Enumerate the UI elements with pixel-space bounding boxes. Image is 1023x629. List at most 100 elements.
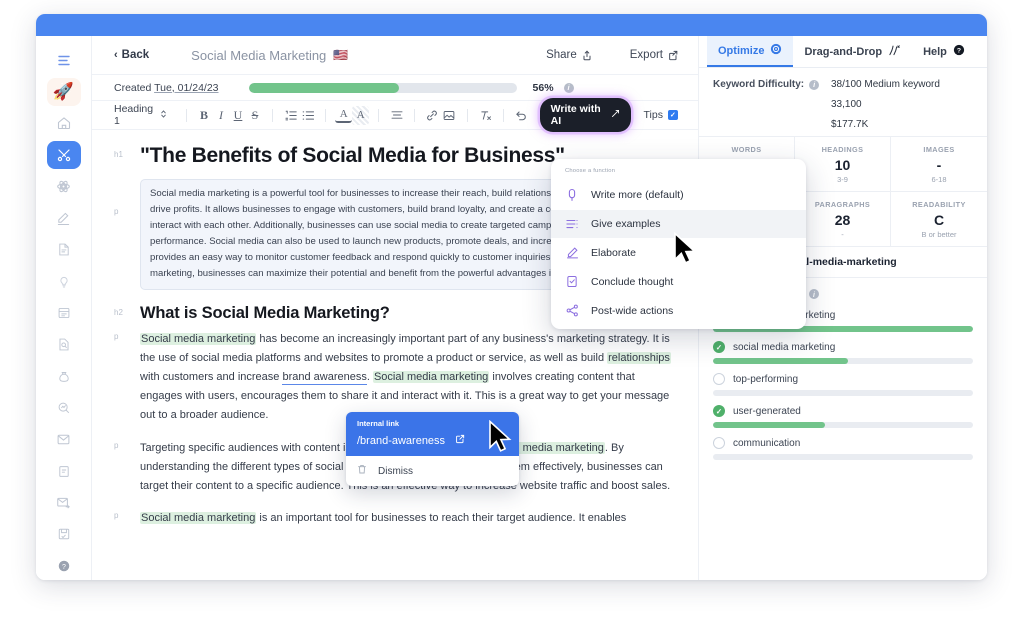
help-icon[interactable]: ? <box>47 552 81 581</box>
export-button[interactable]: Export <box>630 49 678 61</box>
ai-menu-item-label: Conclude thought <box>591 275 674 288</box>
open-external-icon[interactable] <box>455 434 465 447</box>
internal-link[interactable]: brand awareness <box>282 371 367 386</box>
trash-icon[interactable] <box>357 464 367 478</box>
progress-bar-fill <box>248 82 399 93</box>
tab-optimize[interactable]: Optimize <box>707 36 794 67</box>
ordered-list-icon[interactable] <box>282 106 299 125</box>
share-button[interactable]: Share <box>546 49 592 61</box>
underline-button[interactable]: U <box>230 106 247 125</box>
ai-menu-item-label: Give examples <box>591 218 661 230</box>
image-icon[interactable] <box>441 106 458 125</box>
atom-icon[interactable] <box>47 172 81 201</box>
save-icon[interactable] <box>47 520 81 549</box>
question-icon: ? <box>953 44 965 59</box>
kd-value-2: $177.7K <box>831 119 869 130</box>
analytics-search-icon[interactable] <box>47 394 81 423</box>
block-body: Social media marketing is an important t… <box>140 509 676 528</box>
stat-label: READABILITY <box>912 200 966 209</box>
keyword-item[interactable]: communication <box>713 437 973 460</box>
block-paragraph-3[interactable]: p Social media marketing has become an i… <box>114 330 676 425</box>
highlight-button[interactable]: A <box>352 105 370 125</box>
sidebar-item-tools[interactable] <box>46 140 81 170</box>
us-flag-icon: 🇺🇸 <box>333 48 349 62</box>
tips-checkbox[interactable]: ✓ <box>667 110 678 120</box>
keyword-unchecked-icon <box>713 373 725 385</box>
block-body: Social media marketing has become an inc… <box>140 330 676 425</box>
kd-value-1: 33,100 <box>831 99 862 110</box>
share-icon <box>582 50 592 61</box>
ai-menu-item-post-wide-actions[interactable]: Post-wide actions <box>551 296 806 325</box>
send-mail-icon[interactable] <box>47 488 81 517</box>
internal-link-popover[interactable]: Internal link /brand-awareness Dismiss <box>346 412 519 486</box>
keyword-name: communication <box>733 437 801 449</box>
stat-value: 10 <box>834 157 851 173</box>
mail-icon[interactable] <box>47 425 81 454</box>
undo-icon[interactable] <box>513 106 530 125</box>
share-nodes-icon <box>565 304 579 317</box>
rocket-logo-icon[interactable]: 🚀 <box>46 77 81 107</box>
stat-images: IMAGES - 6-18 <box>891 137 987 192</box>
menu-icon[interactable] <box>47 46 81 75</box>
ai-function-menu[interactable]: Choose a function Write more (default) G… <box>551 159 806 329</box>
bold-button[interactable]: B <box>196 106 213 125</box>
paragraph-text: Social media marketing is an important t… <box>140 512 627 525</box>
tab-drag-and-drop-label: Drag-and-Drop <box>804 45 883 58</box>
toolbar-divider <box>378 108 380 122</box>
include-keywords-info-icon[interactable]: i <box>808 289 819 299</box>
back-button[interactable]: ‹ Back <box>114 49 149 61</box>
ai-menu-item-label: Elaborate <box>591 246 636 259</box>
ai-menu-item-conclude-thought[interactable]: Conclude thought <box>551 267 806 296</box>
file-search-icon[interactable] <box>47 330 81 359</box>
link-popover-actions[interactable]: Dismiss <box>346 456 519 486</box>
keyword-difficulty-label: Keyword Difficulty: i <box>713 79 831 90</box>
keyword-item[interactable]: ✓ social media marketing <box>713 341 973 364</box>
keyword-name: social media marketing <box>733 341 836 353</box>
document-icon[interactable] <box>47 236 81 265</box>
tab-help[interactable]: Help ? <box>912 36 976 67</box>
write-with-ai-button[interactable]: Write with AI <box>539 98 631 132</box>
heading-style-select[interactable]: Heading 1 <box>114 103 177 127</box>
stat-label: WORDS <box>731 145 762 154</box>
list-card-icon[interactable] <box>47 299 81 328</box>
block-tag: p <box>114 440 119 450</box>
home-icon[interactable] <box>47 109 81 138</box>
tab-drag-and-drop[interactable]: Drag-and-Drop <box>793 36 912 67</box>
italic-button[interactable]: I <box>213 106 230 125</box>
tips-toggle[interactable]: Tips ✓ <box>644 109 678 121</box>
link-url-row[interactable]: /brand-awareness <box>357 434 508 447</box>
toolbar-divider <box>272 108 274 122</box>
marker-icon <box>565 246 579 259</box>
drag-icon <box>888 44 901 59</box>
stat-label: PARAGRAPHS <box>814 200 871 209</box>
keyword-item[interactable]: ✓ user-generated <box>713 405 973 428</box>
kd-value-0: 38/100 Medium keyword <box>831 79 940 90</box>
stat-value: - <box>936 157 942 173</box>
idea-bulb-icon[interactable] <box>47 267 81 296</box>
ai-menu-item-elaborate[interactable]: Elaborate <box>551 238 806 267</box>
align-icon[interactable] <box>388 106 405 125</box>
tab-optimize-label: Optimize <box>718 44 765 57</box>
dismiss-label[interactable]: Dismiss <box>378 466 413 477</box>
progress-info-icon[interactable]: i <box>563 82 574 93</box>
clear-format-icon[interactable] <box>477 106 494 125</box>
link-icon[interactable] <box>424 106 441 125</box>
block-paragraph-5[interactable]: p Social media marketing is an important… <box>114 509 676 528</box>
ai-menu-item-give-examples[interactable]: Give examples <box>551 210 806 238</box>
text-color-button[interactable]: A <box>335 108 353 123</box>
link-popover-header: Internal link /brand-awareness <box>346 412 519 456</box>
ai-menu-item-write-more[interactable]: Write more (default) <box>551 180 806 210</box>
keyword-difficulty-row: Keyword Difficulty: i 38/100 Medium keyw… <box>699 68 987 136</box>
clipboard-check-icon[interactable] <box>47 457 81 486</box>
strikethrough-button[interactable]: S <box>246 106 263 125</box>
stat-label: IMAGES <box>923 145 955 154</box>
keyword-item[interactable]: top-performing <box>713 373 973 396</box>
edit-pencil-icon[interactable] <box>47 204 81 233</box>
stat-sub: 3-9 <box>837 175 848 184</box>
stat-label: HEADINGS <box>821 145 864 154</box>
money-bag-icon[interactable] <box>47 362 81 391</box>
bullet-list-icon[interactable] <box>299 106 316 125</box>
ai-menu-item-label: Post-wide actions <box>591 304 674 317</box>
keyword-difficulty-info-icon[interactable]: i <box>809 79 820 90</box>
keyword-progress-bar <box>713 358 973 364</box>
